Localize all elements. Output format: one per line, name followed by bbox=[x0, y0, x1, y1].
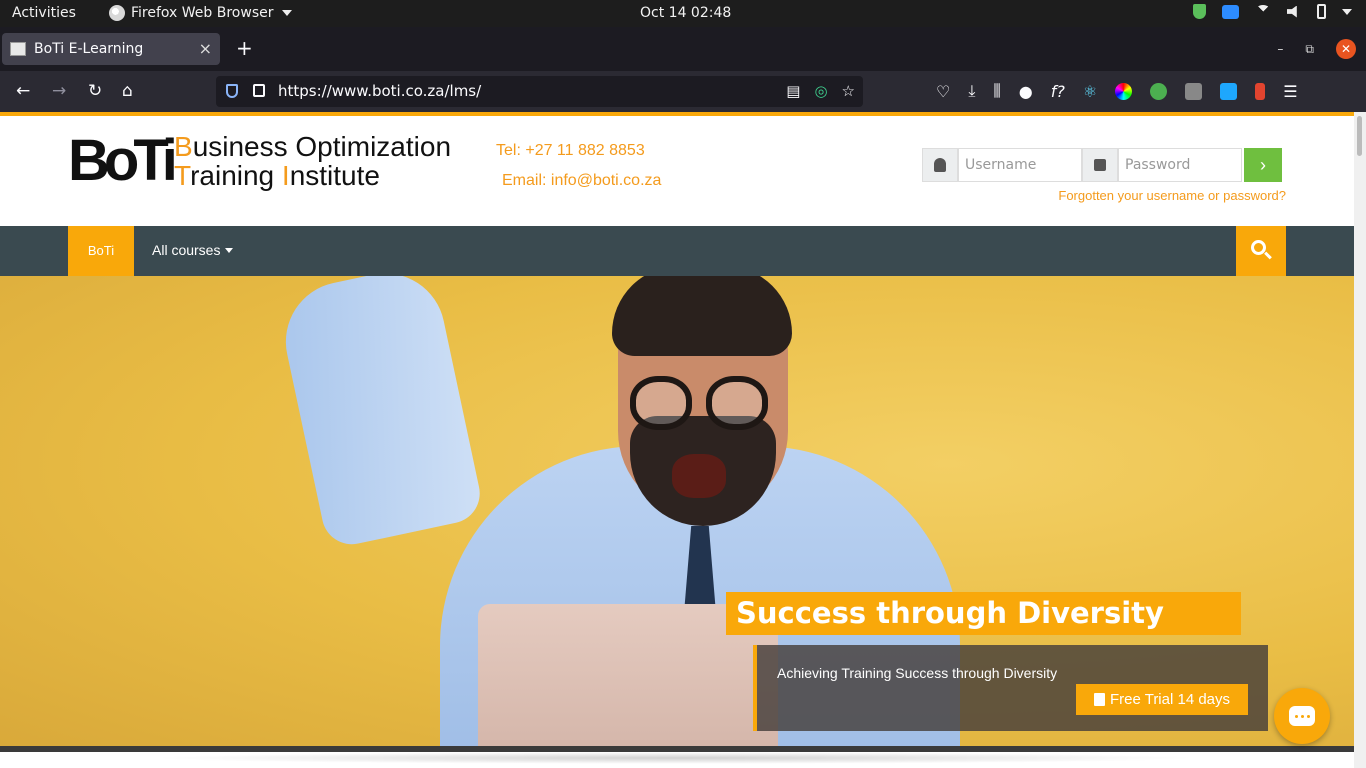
bookmark-star-icon[interactable]: ☆ bbox=[842, 82, 855, 100]
password-input[interactable] bbox=[1118, 148, 1242, 182]
search-button[interactable] bbox=[1236, 226, 1286, 276]
browser-navbar: ← → ↻ ⌂ https://www.boti.co.za/lms/ ▤ ◎ … bbox=[0, 71, 1366, 112]
zoom-icon[interactable] bbox=[1222, 4, 1239, 19]
new-tab-button[interactable]: + bbox=[236, 36, 253, 60]
page-scrollbar[interactable] bbox=[1354, 112, 1366, 768]
app-menu[interactable]: Firefox Web Browser bbox=[109, 5, 292, 21]
site-logo[interactable]: BoTi Business Optimization Training Inst… bbox=[68, 132, 458, 192]
tab-title: BoTi E-Learning bbox=[34, 41, 144, 57]
clock[interactable]: Oct 14 02:48 bbox=[640, 5, 731, 21]
book-icon bbox=[1093, 693, 1105, 706]
forgot-password-link[interactable]: Forgotten your username or password? bbox=[1058, 188, 1286, 203]
extension-target-icon[interactable]: ◎ bbox=[814, 82, 827, 100]
forward-icon[interactable]: → bbox=[52, 81, 66, 101]
tab-boti-elearning[interactable]: BoTi E-Learning × bbox=[2, 33, 220, 65]
site-navbar: BoTi All courses bbox=[0, 226, 1354, 276]
nav-all-courses[interactable]: All courses bbox=[152, 242, 234, 258]
lock-icon[interactable] bbox=[253, 84, 265, 97]
system-menu-chevron-icon[interactable] bbox=[1342, 8, 1352, 15]
downloads-icon[interactable]: ⤓ bbox=[968, 81, 975, 101]
favicon-icon bbox=[10, 42, 26, 56]
restore-button[interactable]: ⧉ bbox=[1305, 42, 1314, 57]
minimize-button[interactable]: – bbox=[1277, 42, 1283, 56]
security-icon[interactable] bbox=[1193, 4, 1206, 19]
tracking-protection-icon[interactable] bbox=[226, 84, 238, 98]
extension-lighthouse-icon[interactable] bbox=[1255, 82, 1266, 100]
email-address[interactable]: Email: info@boti.co.za bbox=[496, 166, 661, 196]
system-top-bar: Activities Firefox Web Browser Oct 14 02… bbox=[0, 0, 1366, 27]
hero-slider: Success through Diversity Achieving Trai… bbox=[0, 276, 1354, 746]
app-name: Firefox Web Browser bbox=[131, 5, 274, 21]
hero-title: Success through Diversity bbox=[726, 592, 1241, 635]
logo-name: Business Optimization Training Institute bbox=[174, 131, 452, 191]
tab-strip: BoTi E-Learning × + – ⧉ ✕ bbox=[0, 27, 1366, 71]
extension-leaf-icon[interactable] bbox=[1150, 82, 1168, 100]
free-trial-button[interactable]: Free Trial 14 days bbox=[1076, 684, 1248, 715]
library-icon[interactable]: ⫼ bbox=[993, 81, 1000, 101]
toolbar-icons: ♡ ⤓ ⫼ ● f? ⚛ ☰ bbox=[936, 81, 1298, 101]
contact-info: Tel: +27 11 882 8853 Email: info@boti.co… bbox=[496, 136, 661, 196]
firefox-icon bbox=[109, 5, 125, 21]
fx-icon[interactable]: f? bbox=[1051, 82, 1065, 101]
chevron-down-icon bbox=[281, 10, 292, 16]
lock-icon bbox=[1082, 148, 1118, 182]
react-devtools-icon[interactable]: ⚛ bbox=[1083, 82, 1097, 101]
user-icon bbox=[922, 148, 958, 182]
extension-cube-icon[interactable] bbox=[1220, 82, 1238, 100]
hero-image-arm bbox=[274, 276, 486, 550]
username-input[interactable] bbox=[958, 148, 1082, 182]
nav-all-courses-label: All courses bbox=[152, 242, 221, 258]
login-submit-button[interactable]: › bbox=[1244, 148, 1282, 182]
reader-view-icon[interactable]: ▤ bbox=[786, 82, 800, 100]
web-page: BoTi Business Optimization Training Inst… bbox=[0, 112, 1354, 768]
url-bar[interactable]: https://www.boti.co.za/lms/ ▤ ◎ ☆ bbox=[216, 76, 863, 107]
login-form: › bbox=[922, 148, 1282, 182]
battery-icon[interactable] bbox=[1317, 4, 1326, 19]
close-window-button[interactable]: ✕ bbox=[1336, 39, 1356, 59]
hero-caption: Achieving Training Success through Diver… bbox=[753, 645, 1268, 731]
volume-icon[interactable] bbox=[1287, 5, 1297, 18]
nav-home[interactable]: BoTi bbox=[68, 226, 134, 276]
activities-button[interactable]: Activities bbox=[12, 5, 76, 21]
free-trial-label: Free Trial 14 days bbox=[1109, 691, 1231, 708]
url-text[interactable]: https://www.boti.co.za/lms/ bbox=[278, 82, 481, 100]
hero-subtitle: Achieving Training Success through Diver… bbox=[777, 665, 1058, 681]
chat-launcher-button[interactable] bbox=[1274, 688, 1330, 744]
menu-icon[interactable]: ☰ bbox=[1283, 82, 1297, 101]
window-controls: – ⧉ ✕ bbox=[1277, 39, 1356, 59]
home-icon[interactable]: ⌂ bbox=[122, 81, 133, 101]
account-icon[interactable]: ● bbox=[1019, 82, 1033, 101]
pocket-icon[interactable]: ♡ bbox=[936, 82, 950, 101]
phone-number: Tel: +27 11 882 8853 bbox=[496, 142, 645, 159]
accent-line bbox=[0, 112, 1354, 116]
reload-icon[interactable]: ↻ bbox=[88, 81, 102, 101]
chat-icon bbox=[1289, 706, 1315, 726]
back-icon[interactable]: ← bbox=[16, 81, 30, 101]
chevron-down-icon bbox=[225, 247, 234, 253]
tab-close-icon[interactable]: × bbox=[199, 39, 212, 58]
wifi-icon[interactable] bbox=[1255, 5, 1271, 18]
logo-mark: BoTi bbox=[68, 128, 178, 193]
system-tray[interactable] bbox=[1193, 4, 1352, 19]
extension-k-icon[interactable] bbox=[1185, 82, 1203, 100]
color-picker-icon[interactable] bbox=[1115, 82, 1133, 100]
